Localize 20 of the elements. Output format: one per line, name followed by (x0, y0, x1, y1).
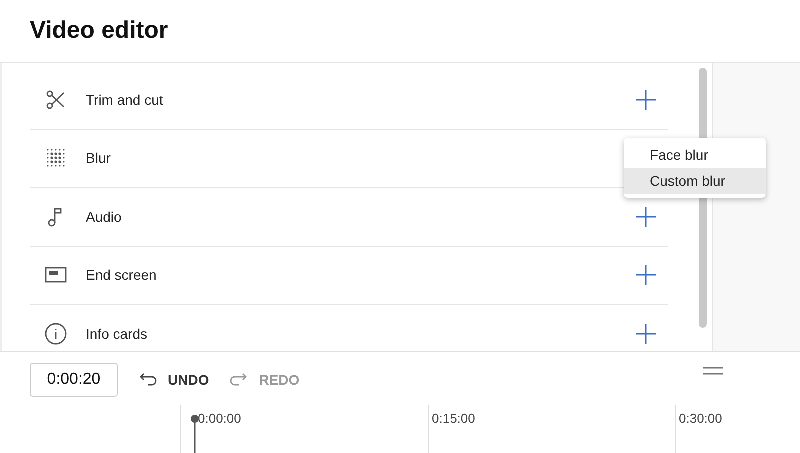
add-icon[interactable] (634, 204, 658, 229)
time-marker: 0:15:00 (432, 411, 476, 426)
add-icon[interactable] (634, 88, 658, 112)
time-marker: 0:30:00 (679, 411, 722, 426)
drag-handle-icon[interactable] (702, 366, 724, 376)
add-icon[interactable] (634, 263, 658, 288)
time-field[interactable]: 0:00:20 (30, 363, 118, 397)
tool-label: Trim and cut (86, 92, 164, 108)
tool-label: End screen (86, 267, 157, 284)
time-marker: 0:00:00 (198, 411, 242, 426)
undo-button[interactable]: UNDO (138, 370, 210, 390)
playhead[interactable] (191, 415, 199, 453)
tool-label: Audio (86, 208, 122, 225)
menu-item[interactable]: Custom blur (624, 168, 766, 194)
window-title: Video editor (30, 17, 168, 45)
add-icon[interactable] (634, 322, 658, 346)
info-icon (44, 322, 68, 346)
tool-label: Info cards (86, 326, 148, 342)
tool-label: Blur (86, 150, 111, 166)
menu-item[interactable]: Face blur (624, 142, 766, 168)
